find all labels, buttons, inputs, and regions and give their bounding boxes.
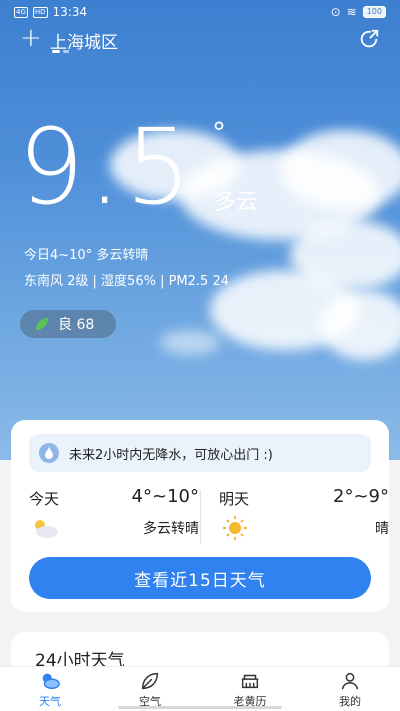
rain-notice-text: 未来2小时内无降水，可放心出门 :): [69, 447, 273, 463]
hd-label: HD: [32, 6, 48, 18]
rain-notice: 未来2小时内无降水，可放心出门 :): [29, 434, 371, 472]
today-range: 4°~10°: [131, 486, 199, 507]
today-condition: 多云转晴: [143, 521, 199, 537]
tab-weather-label: 天气: [39, 694, 61, 708]
tomorrow-condition: 晴: [375, 521, 389, 537]
aqi-badge[interactable]: 良 68: [20, 310, 116, 338]
wifi-icon: ≋: [346, 5, 357, 19]
view-15-day-button[interactable]: 查看近15日天气: [29, 557, 371, 599]
tomorrow-range: 2°~9°: [333, 486, 389, 507]
partly-cloudy-icon: [35, 520, 58, 538]
raindrop-icon: [39, 443, 59, 463]
current-temperature: 9.5: [18, 106, 196, 228]
location-icon: ⊙: [330, 5, 341, 19]
status-bar: 4G HD 13:34 ⊙ ≋ 100: [0, 0, 400, 24]
weather-icon: [42, 673, 60, 689]
sun-icon: [223, 516, 247, 540]
leaf-icon: [141, 672, 159, 689]
divider: [200, 490, 201, 544]
battery-icon: 100: [362, 6, 386, 18]
tab-almanac[interactable]: 老黄历: [200, 667, 300, 711]
weather-details: 东南风 2级 | 湿度56% | PM2.5 24: [24, 274, 229, 289]
almanac-icon: [241, 674, 259, 688]
sky-background: [0, 0, 400, 460]
profile-icon: [341, 672, 359, 689]
tab-weather[interactable]: 天气: [0, 667, 100, 711]
aqi-label: 良 68: [58, 317, 95, 333]
tomorrow-label: 明天: [219, 490, 250, 508]
tab-profile[interactable]: 我的: [300, 667, 400, 711]
top-bar: + 上海城区: [0, 25, 400, 56]
add-city-button[interactable]: +: [20, 25, 44, 52]
leaf-icon: [36, 318, 48, 330]
share-button[interactable]: [358, 28, 382, 52]
home-indicator: [118, 706, 282, 709]
temperature-unit: °: [212, 116, 226, 149]
status-time: 13:34: [52, 5, 88, 19]
tab-profile-label: 我的: [339, 694, 361, 708]
today-summary: 今日4~10° 多云转晴: [24, 248, 149, 263]
current-condition: 多云: [214, 190, 259, 215]
tomorrow-forecast[interactable]: 明天 2°~9° 晴: [219, 486, 389, 546]
tab-air[interactable]: 空气: [100, 667, 200, 711]
page-indicator: [52, 50, 69, 53]
network-label: 4G: [14, 6, 28, 18]
forecast-card: 未来2小时内无降水，可放心出门 :) 今天 4°~10° 多云转晴 明天 2°~…: [11, 420, 389, 612]
tab-bar: 天气 空气 老黄历 我的: [0, 666, 400, 711]
today-forecast[interactable]: 今天 4°~10° 多云转晴: [29, 486, 199, 546]
share-icon: [360, 29, 379, 48]
today-label: 今天: [29, 490, 60, 508]
